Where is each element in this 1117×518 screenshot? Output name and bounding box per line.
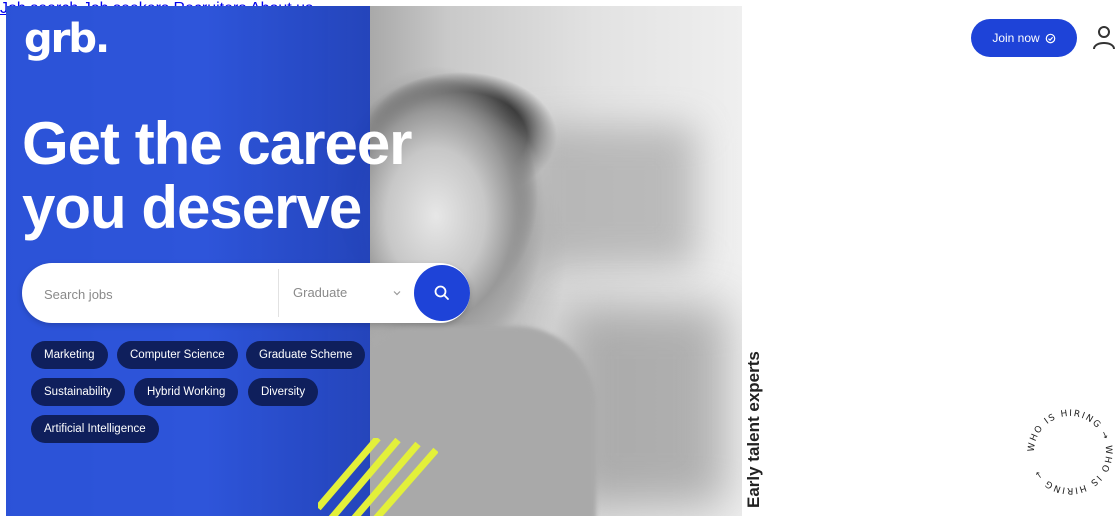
join-now-label: Join now xyxy=(992,31,1040,45)
chip-hybrid-working[interactable]: Hybrid Working xyxy=(134,378,239,406)
user-account-icon[interactable] xyxy=(1092,24,1116,50)
chip-graduate-scheme[interactable]: Graduate Scheme xyxy=(246,341,366,369)
search-icon xyxy=(434,285,449,300)
chip-computer-science[interactable]: Computer Science xyxy=(117,341,238,369)
hero-headline: Get the career you deserve xyxy=(22,110,413,241)
tagline-vertical: Early talent experts xyxy=(744,351,763,508)
chip-artificial-intelligence[interactable]: Artificial Intelligence xyxy=(31,415,159,443)
chevron-down-icon[interactable] xyxy=(392,288,402,298)
headline-line-2: you deserve xyxy=(22,174,362,241)
search-divider xyxy=(278,269,279,317)
search-button[interactable] xyxy=(414,265,470,321)
search-input[interactable] xyxy=(42,263,276,325)
level-select[interactable]: Graduate xyxy=(293,263,347,323)
badge-text: WHO IS HIRING → WHO IS HIRING → xyxy=(1027,409,1112,495)
headline-line-1: Get the career xyxy=(22,110,413,177)
svg-text:WHO IS HIRING → WHO IS HIRING: WHO IS HIRING → WHO IS HIRING → xyxy=(1027,409,1113,495)
who-is-hiring-badge[interactable]: WHO IS HIRING → WHO IS HIRING → xyxy=(1022,404,1117,500)
brand-logo[interactable]: grb. xyxy=(24,16,128,62)
chip-diversity[interactable]: Diversity xyxy=(248,378,319,406)
logo-icon: grb. xyxy=(24,16,110,62)
check-circle-icon xyxy=(1045,33,1055,43)
svg-text:grb.: grb. xyxy=(24,18,108,62)
join-now-button[interactable]: Join now xyxy=(971,19,1077,57)
job-search-bar: Graduate xyxy=(22,263,470,325)
chip-marketing[interactable]: Marketing xyxy=(31,341,108,369)
yellow-stripes-decoration xyxy=(318,438,438,516)
chip-sustainability[interactable]: Sustainability xyxy=(31,378,125,406)
